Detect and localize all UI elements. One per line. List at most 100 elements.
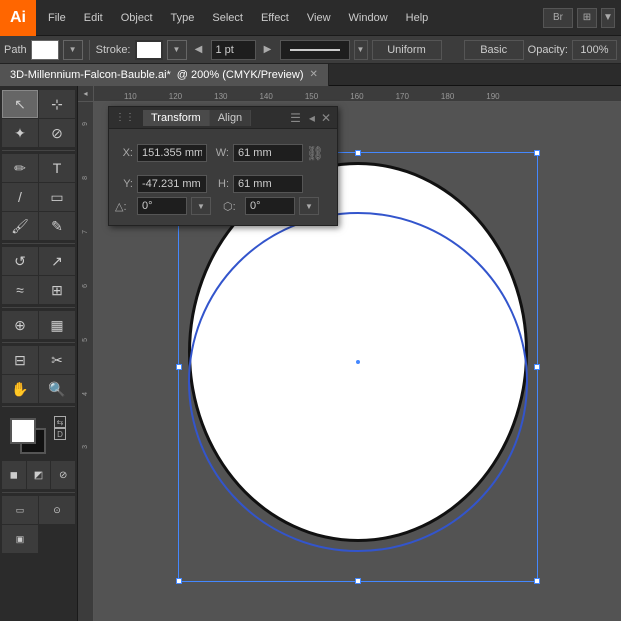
panel-tab-transform[interactable]: Transform [143, 110, 210, 126]
menu-view[interactable]: View [299, 8, 339, 28]
stroke-width-left-arrow[interactable]: ◀ [191, 40, 207, 60]
stroke-color-swatch[interactable] [135, 40, 163, 60]
bridge-icon[interactable]: Br [543, 8, 573, 28]
pen-tool[interactable]: ✏ [2, 154, 38, 182]
color-mode-btn[interactable]: ◼ [2, 461, 26, 489]
center-point [356, 360, 360, 364]
type-tool[interactable]: T [39, 154, 75, 182]
lasso-tool[interactable]: ⊘ [39, 119, 75, 147]
draw-mode-row: ▭ ⊙ [2, 496, 75, 524]
dash-dropdown[interactable]: ▼ [354, 40, 368, 60]
h-input[interactable] [233, 175, 303, 193]
normal-draw-btn[interactable]: ▭ [2, 496, 38, 524]
panel-drag-handle[interactable]: ⋮⋮ [115, 112, 135, 123]
draw-inside-btn[interactable]: ⊙ [39, 496, 75, 524]
rotate-tool[interactable]: ↺ [2, 247, 38, 275]
menu-type[interactable]: Type [163, 8, 203, 28]
w-input[interactable] [233, 144, 303, 162]
panel-row-angles: △: ▼ ⬡: ▼ [115, 197, 331, 215]
scale-tool[interactable]: ↗ [39, 247, 75, 275]
handle-mid-right[interactable] [534, 364, 540, 370]
rect-tool[interactable]: ▭ [39, 183, 75, 211]
panel-row-xw: X: W: ⛓ [115, 135, 331, 171]
link-dimensions-icon[interactable]: ⛓ [307, 135, 323, 171]
canvas-area: 110 120 130 140 150 160 170 180 190 9 8 … [78, 86, 621, 621]
default-colors-icon[interactable]: D [54, 428, 66, 440]
ruler-tick-v-7: 7 [82, 230, 89, 234]
document-tab[interactable]: 3D-Millennium-Falcon-Bauble.ai* @ 200% (… [0, 64, 329, 86]
stroke-dash-preview[interactable] [280, 40, 350, 60]
menu-edit[interactable]: Edit [76, 8, 111, 28]
handle-mid-left[interactable] [176, 364, 182, 370]
swap-colors-icon[interactable]: ⇆ [54, 416, 66, 428]
opacity-input[interactable]: 100% [572, 40, 617, 60]
menu-bar: Ai File Edit Object Type Select Effect V… [0, 0, 621, 36]
paintbrush-tool[interactable]: 🖌 [2, 212, 38, 240]
arrange-icon[interactable]: ⊞ [577, 8, 597, 28]
blend-mode-select[interactable]: Basic [464, 40, 524, 60]
x-label: X: [115, 147, 133, 159]
zoom-tool[interactable]: 🔍 [39, 375, 75, 403]
handle-bottom-center[interactable] [355, 578, 361, 584]
app-logo: Ai [0, 0, 36, 36]
panel-tab-align[interactable]: Align [210, 110, 251, 126]
y-input[interactable] [137, 175, 207, 193]
ruler-tick-h-120: 120 [169, 92, 182, 101]
ruler-tick-h-130: 130 [214, 92, 227, 101]
tool-separator-3 [2, 307, 75, 308]
arrange-down-icon[interactable]: ▼ [601, 8, 615, 28]
rotate-angle-dropdown[interactable]: ▼ [191, 197, 211, 215]
panel-options-menu[interactable]: ☰ [290, 111, 301, 125]
slice-tool[interactable]: ✂ [39, 346, 75, 374]
tab-title: 3D-Millennium-Falcon-Bauble.ai* [10, 69, 171, 81]
horizontal-ruler: 110 120 130 140 150 160 170 180 190 [94, 86, 621, 102]
handle-top-center[interactable] [355, 150, 361, 156]
menu-file[interactable]: File [40, 8, 74, 28]
menu-select[interactable]: Select [204, 8, 251, 28]
warp-tool[interactable]: ≈ [2, 276, 38, 304]
stroke-type-display[interactable]: Uniform [372, 40, 442, 60]
column-graph-tool[interactable]: ▦ [39, 311, 75, 339]
hand-tool[interactable]: ✋ [2, 375, 38, 403]
pencil-tool[interactable]: ✎ [39, 212, 75, 240]
tool-row-9: ⊟ ✂ [2, 346, 75, 374]
handle-top-right[interactable] [534, 150, 540, 156]
fill-swatch[interactable] [31, 40, 59, 60]
fill-options[interactable]: ▼ [63, 40, 83, 60]
panel-close-btn[interactable]: ✕ [321, 111, 331, 125]
rotate-angle-input[interactable] [137, 197, 187, 215]
menu-object[interactable]: Object [113, 8, 161, 28]
fill-color-swatch[interactable] [10, 418, 36, 444]
stroke-width-input[interactable] [211, 40, 256, 60]
menu-effect[interactable]: Effect [253, 8, 297, 28]
panel-collapse-btn[interactable]: ◂ [309, 111, 315, 125]
shear-angle-input[interactable] [245, 197, 295, 215]
gradient-mode-btn[interactable]: ◩ [27, 461, 51, 489]
handle-bottom-left[interactable] [176, 578, 182, 584]
stroke-color-dropdown[interactable]: ▼ [167, 40, 187, 60]
symbol-sprayer-tool[interactable]: ⊕ [2, 311, 38, 339]
handle-bottom-right[interactable] [534, 578, 540, 584]
artboard-tool[interactable]: ⊟ [2, 346, 38, 374]
w-label: W: [211, 147, 229, 159]
panel-body: X: W: ⛓ Y: H: △: [109, 129, 337, 225]
menu-window[interactable]: Window [341, 8, 396, 28]
direct-selection-tool[interactable]: ⊹ [39, 90, 75, 118]
stroke-width-right-arrow[interactable]: ▶ [260, 40, 276, 60]
tool-row-7: ≈ ⊞ [2, 276, 75, 304]
ruler-tick-h-190: 190 [486, 92, 499, 101]
magic-wand-tool[interactable]: ✦ [2, 119, 38, 147]
x-input[interactable] [137, 144, 207, 162]
menu-help[interactable]: Help [398, 8, 437, 28]
ruler-tick-h-110: 110 [124, 92, 137, 101]
tool-separator-2 [2, 243, 75, 244]
free-transform-tool[interactable]: ⊞ [39, 276, 75, 304]
shear-angle-dropdown[interactable]: ▼ [299, 197, 319, 215]
none-mode-btn[interactable]: ⊘ [51, 461, 75, 489]
ruler-corner[interactable]: ◂ [78, 86, 94, 102]
tab-close-button[interactable]: ✕ [310, 69, 318, 80]
selection-tool[interactable]: ↖ [2, 90, 38, 118]
screen-mode-btn[interactable]: ▣ [2, 525, 38, 553]
line-tool[interactable]: / [2, 183, 38, 211]
separator [89, 40, 90, 60]
